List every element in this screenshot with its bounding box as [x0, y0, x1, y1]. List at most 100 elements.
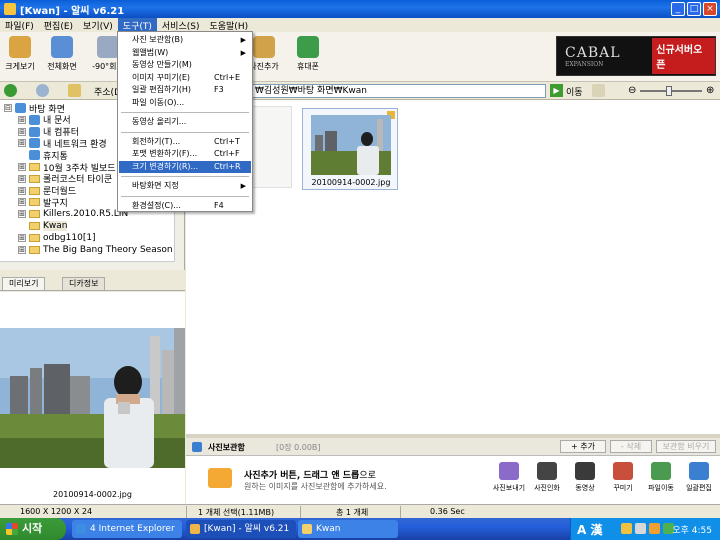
- album-add-button[interactable]: + 추가: [560, 440, 606, 453]
- taskbar-task[interactable]: [Kwan] - 알씨 v6.21: [186, 520, 296, 538]
- ime-indicator[interactable]: A 漢: [577, 521, 602, 538]
- tools-menu-item[interactable]: 사진 보관함(B) ▶: [119, 34, 251, 46]
- address-field[interactable]: ₩김성원₩바탕 화면₩Kwan: [250, 84, 546, 98]
- expand-icon[interactable]: ⊞: [18, 174, 26, 183]
- tab-camera-info[interactable]: 디카정보: [62, 277, 106, 290]
- view-mode-icon[interactable]: [592, 84, 605, 97]
- tools-menu-item[interactable]: 일괄 편집하기(H) F3: [119, 84, 251, 96]
- clock[interactable]: 오후 4:55: [672, 523, 712, 536]
- tree-item[interactable]: ⊞ 룬더월드: [18, 185, 76, 197]
- tree-item[interactable]: ⊞ 내 컴퓨터: [18, 126, 79, 138]
- menu-tools[interactable]: 도구(T): [117, 18, 157, 32]
- album-tool-icon: [613, 462, 633, 480]
- ad-banner[interactable]: CABAL EXPANSION 신규서버오픈: [556, 36, 716, 76]
- tree-item[interactable]: ⊟ 바탕 화면: [4, 102, 65, 115]
- tree-item[interactable]: ⊞ 발구지: [18, 196, 68, 209]
- expand-icon[interactable]: ⊞: [18, 186, 26, 195]
- album-tool-button[interactable]: 꾸미기: [604, 462, 642, 493]
- expand-icon[interactable]: ⊞: [18, 115, 26, 124]
- tools-menu-item[interactable]: 이미지 꾸미기(E) Ctrl+E: [119, 72, 251, 84]
- tools-menu-item[interactable]: 동영상 올리기...: [119, 116, 251, 128]
- tree-item[interactable]: 휴지통: [18, 149, 68, 162]
- fullscreen-button[interactable]: 전체화면: [42, 36, 82, 72]
- album-tool-label: 꾸미기: [613, 484, 633, 492]
- album-tool-button[interactable]: 사진보내기: [490, 462, 528, 493]
- tree-item[interactable]: ⊞ 내 네트워크 환경: [18, 137, 107, 150]
- tray-network-icon[interactable]: [635, 523, 646, 534]
- taskbar-task[interactable]: 4 Internet Explorer: [72, 520, 182, 538]
- folder-icon: [29, 174, 40, 183]
- forward-icon[interactable]: [36, 84, 49, 97]
- expand-icon[interactable]: ⊞: [18, 139, 26, 148]
- expand-icon[interactable]: ⊞: [18, 233, 26, 242]
- tree-item[interactable]: ⊞ 10월 3주차 빌보드: [18, 161, 116, 174]
- tray-shield-icon[interactable]: [649, 523, 660, 534]
- album-tool-button[interactable]: 사진인화: [528, 462, 566, 493]
- folder-icon: [29, 198, 40, 207]
- tools-menu-item[interactable]: 동영상 만들기(M): [119, 59, 251, 71]
- tree-item[interactable]: ⊞ The Big Bang Theory Season 1: [18, 244, 181, 256]
- menu-help[interactable]: 도움말(H): [204, 18, 253, 32]
- mobile-phone-button[interactable]: 휴대폰: [288, 36, 328, 72]
- album-clear-button[interactable]: 보관함 비우기: [656, 440, 716, 453]
- folder-icon: [29, 245, 40, 254]
- status-selection: 1 개체 선택(1.11MB): [198, 508, 275, 517]
- album-tool-button[interactable]: 일괄편집: [680, 462, 718, 493]
- album-tool-label: 일괄편집: [686, 484, 712, 492]
- add-photo-album-icon: [208, 468, 232, 488]
- up-folder-icon[interactable]: [68, 84, 81, 97]
- menu-file[interactable]: 파일(F): [0, 18, 39, 32]
- taskbar-task[interactable]: Kwan: [298, 520, 398, 538]
- tools-menu-item[interactable]: 크기 변경하기(R)... Ctrl+R: [119, 160, 251, 173]
- go-button[interactable]: 이동: [566, 85, 583, 98]
- tree-horizontal-scrollbar[interactable]: [0, 261, 175, 270]
- toolbar: 크게보기 전체화면 -90°회전 사진추가 휴대폰 CABAL EXPANSIO…: [0, 32, 720, 82]
- expand-icon[interactable]: ⊞: [18, 245, 26, 254]
- menu-view[interactable]: 보기(V): [78, 18, 118, 32]
- collapse-icon[interactable]: ⊟: [4, 104, 12, 112]
- tools-menu-item[interactable]: 환경설정(C)... F4: [119, 200, 251, 212]
- expand-icon[interactable]: ⊞: [18, 198, 26, 207]
- album-tool-icon: [537, 462, 557, 480]
- tree-item[interactable]: Kwan: [18, 220, 68, 232]
- expand-icon[interactable]: ⊞: [18, 210, 26, 219]
- tools-menu-item[interactable]: 웹앨범(W) ▶: [119, 47, 251, 59]
- album-delete-button[interactable]: - 삭제: [610, 440, 652, 453]
- tab-preview[interactable]: 미리보기: [2, 277, 46, 290]
- tools-menu-item[interactable]: 바탕화면 지정 ▶: [119, 180, 251, 192]
- album-hint-line1: 사진추가 버튼, 드래그 앤 드롭으로: [244, 468, 376, 481]
- maximize-button[interactable]: □: [687, 2, 701, 16]
- add-photo-label: 사진추가: [249, 62, 279, 71]
- thumbnail-placeholder: [252, 106, 292, 188]
- expand-icon[interactable]: ⊞: [18, 127, 26, 136]
- tools-menu-item[interactable]: 포맷 변환하기(F)... Ctrl+F: [119, 148, 251, 160]
- close-button[interactable]: ×: [703, 2, 717, 16]
- album-drop-area[interactable]: 사진추가 버튼, 드래그 앤 드롭으로 원하는 이미지를 사진보관함에 추가하세…: [186, 456, 720, 504]
- tree-item[interactable]: ⊞ Killers.2010.R5.LIN: [18, 208, 128, 220]
- tools-menu-item[interactable]: 파일 이동(O)...: [119, 97, 251, 109]
- tree-item[interactable]: ⊞ odbg110[1]: [18, 232, 96, 244]
- tree-item[interactable]: ⊞ 내 문서: [18, 114, 71, 126]
- menu-item-label: 이미지 꾸미기(E): [132, 72, 190, 82]
- tools-menu-item[interactable]: 회전하기(T)... Ctrl+T: [119, 136, 251, 148]
- expand-icon[interactable]: ⊞: [18, 163, 26, 171]
- menu-service[interactable]: 서비스(S): [157, 18, 205, 32]
- zoom-in-icon[interactable]: ⊕: [706, 85, 714, 96]
- back-icon[interactable]: [4, 84, 17, 97]
- tree-item[interactable]: ⊞ 롤러코스터 타이쿤: [18, 173, 112, 185]
- thumbnail-area[interactable]: 20100914-0002.jpg: [186, 100, 720, 434]
- system-folder-icon: [29, 138, 40, 149]
- go-arrow-icon[interactable]: ▶: [550, 84, 563, 97]
- phone-export-icon: [297, 36, 319, 58]
- start-button[interactable]: 시작: [0, 518, 66, 540]
- album-tool-button[interactable]: 동영상: [566, 462, 604, 493]
- menu-edit[interactable]: 편집(E): [39, 18, 78, 32]
- zoom-out-icon[interactable]: ⊖: [628, 85, 636, 96]
- minimize-button[interactable]: _: [671, 2, 685, 16]
- zoom-slider-handle[interactable]: [666, 86, 672, 96]
- enlarge-view-button[interactable]: 크게보기: [0, 36, 40, 72]
- thumbnail-photo: [311, 115, 391, 175]
- thumbnail-item[interactable]: 20100914-0002.jpg: [302, 108, 398, 190]
- album-tool-button[interactable]: 파일이동: [642, 462, 680, 493]
- tray-help-icon[interactable]: [621, 523, 632, 534]
